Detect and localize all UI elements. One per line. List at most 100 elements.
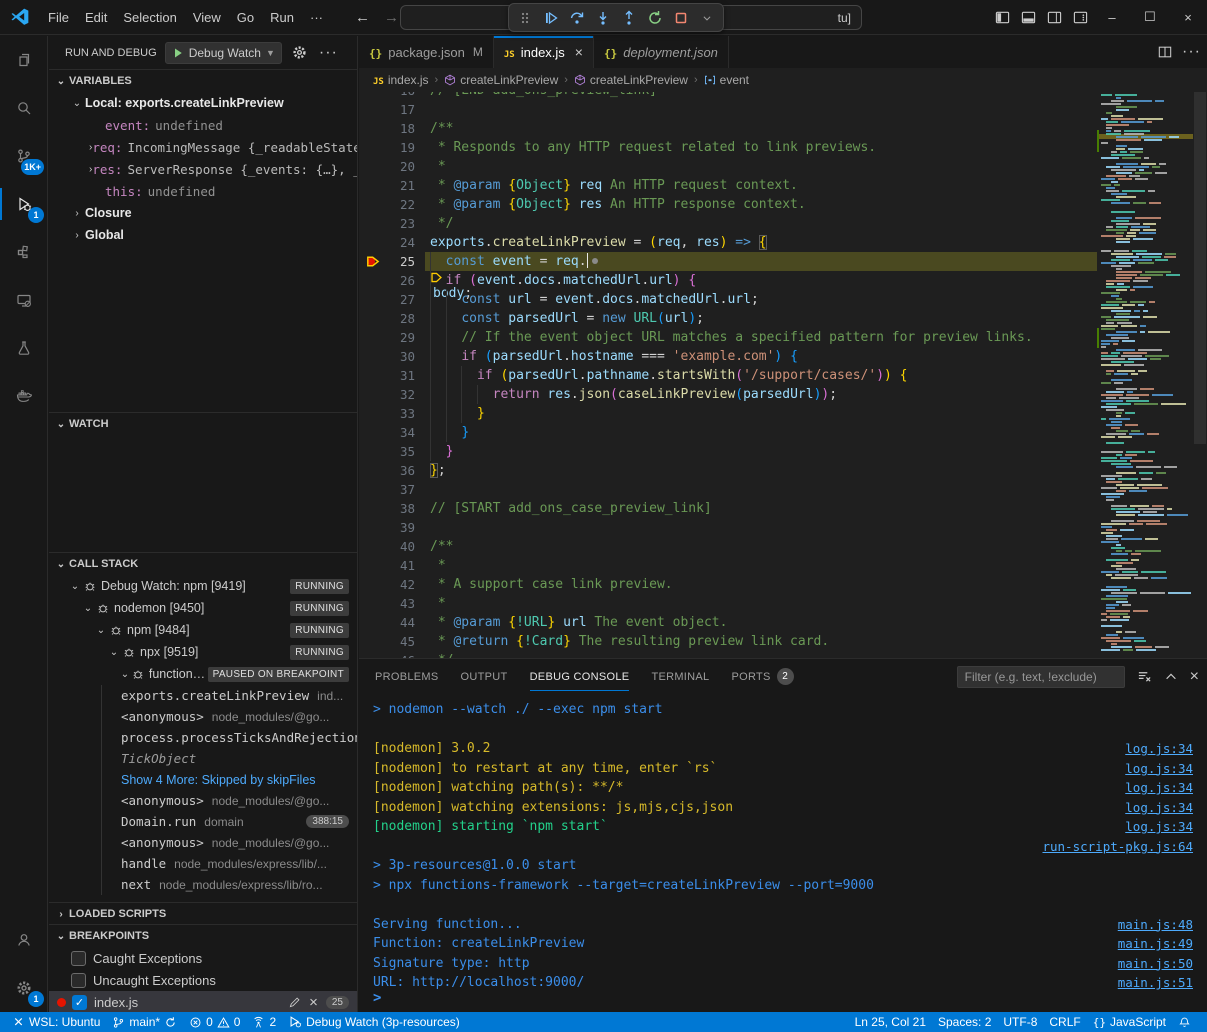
activity-accounts[interactable] [0,916,48,964]
window-minimize-button[interactable]: – [1093,0,1131,34]
code-line[interactable]: 32 return res.json(caseLinkPreview(parse… [359,385,1097,404]
variables-scope[interactable]: ›Closure [49,202,357,224]
stack-frame-row[interactable]: <anonymous>node_modules/@go... [49,790,357,811]
callstack-session[interactable]: ⌄npm [9484]RUNNING [49,619,357,641]
code-line[interactable]: 17 [359,100,1097,119]
status-branch[interactable]: main* [106,1012,183,1032]
menu-[interactable]: ··· [302,6,331,29]
variables-scope[interactable]: ⌄Local: exports.createLinkPreview [49,92,357,114]
code-line[interactable]: 38// [START add_ons_case_preview_link] [359,499,1097,518]
editor-gutter[interactable]: 41 [359,556,425,575]
toggle-sidebar-icon[interactable] [989,0,1015,34]
chevron-down-icon[interactable] [695,6,719,30]
stack-frame-row[interactable]: nextnode_modules/express/lib/ro... [49,874,357,895]
editor-gutter[interactable]: 22 [359,195,425,214]
code-line[interactable]: 39 [359,518,1097,537]
status-error[interactable]: 00 [183,1012,246,1032]
callstack-session[interactable]: ⌄npx [9519]RUNNING [49,641,357,663]
breakpoint-margin[interactable] [359,254,385,269]
variable-row[interactable]: ›res:ServerResponse {_events: {…}, _e… [49,158,357,180]
clear-console-icon[interactable] [1137,669,1152,684]
breakpoint-row[interactable]: Caught Exceptions [49,947,357,969]
status-bell[interactable] [1172,1016,1197,1029]
breakpoint-checkbox[interactable]: ✓ [72,995,87,1010]
code-line[interactable]: 22 * @param {Object} res An HTTP respons… [359,195,1097,214]
customize-layout-icon[interactable] [1067,0,1093,34]
console-line[interactable]: Serving function...main.js:48 [359,915,1207,935]
code-line[interactable]: 18/** [359,119,1097,138]
activity-run-and-debug[interactable]: 1 [0,180,48,228]
editor-gutter[interactable]: 16 [359,92,425,100]
panel-tab-output[interactable]: OUTPUT [461,659,508,694]
console-input-prompt[interactable]: > [373,990,381,1006]
code-line[interactable]: 43 * [359,594,1097,613]
editor-gutter[interactable]: 18 [359,119,425,138]
variable-row[interactable]: this:undefined [49,180,357,202]
status-ln-25--col-21[interactable]: Ln 25, Col 21 [849,1015,932,1029]
console-line[interactable]: [nodemon] watching extensions: js,mjs,cj… [359,798,1207,818]
code-line[interactable]: 37 [359,480,1097,499]
more-actions-icon[interactable]: ··· [319,44,338,62]
editor-gutter[interactable]: 36 [359,461,425,480]
breakpoint-row[interactable]: Uncaught Exceptions [49,969,357,991]
source-location-link[interactable]: log.js:34 [1125,761,1193,776]
editor-gutter[interactable]: 38 [359,499,425,518]
gear-icon[interactable] [292,45,307,60]
editor-gutter[interactable]: 42 [359,575,425,594]
activity-extensions[interactable] [0,228,48,276]
status-radio-tower[interactable]: 2 [246,1012,282,1032]
window-close-button[interactable]: × [1169,0,1207,34]
code-line[interactable]: 41 * [359,556,1097,575]
code-line[interactable]: 25 const event = req.body; [359,252,1097,271]
editor-gutter[interactable]: 26 [359,271,425,290]
activity-testing[interactable] [0,324,48,372]
code-line[interactable]: 30 if (parsedUrl.hostname === 'example.c… [359,347,1097,366]
code-line[interactable]: 31 if (parsedUrl.pathname.startsWith('/s… [359,366,1097,385]
tab-package-json[interactable]: {}package.jsonM [359,36,494,68]
editor-gutter[interactable]: 32 [359,385,425,404]
code-line[interactable]: 42 * A support case link preview. [359,575,1097,594]
breadcrumb-item[interactable]: JSindex.js [373,73,429,87]
source-location-link[interactable]: main.js:50 [1118,956,1193,971]
editor-gutter[interactable]: 30 [359,347,425,366]
loaded-scripts-section-header[interactable]: › LOADED SCRIPTS [49,903,357,924]
code-line[interactable]: 44 * @param {!URL} url The event object. [359,613,1097,632]
tab-deployment-json[interactable]: {}deployment.json [594,36,729,68]
panel-tab-debug-console[interactable]: DEBUG CONSOLE [530,659,630,694]
breakpoint-checkbox[interactable] [71,951,86,966]
code-line[interactable]: 19 * Responds to any HTTP request relate… [359,138,1097,157]
activity-settings[interactable]: 1 [0,964,48,1012]
step-into-icon[interactable] [591,6,615,30]
console-line[interactable]: [nodemon] 3.0.2log.js:34 [359,739,1207,759]
code-line[interactable]: 28 const parsedUrl = new URL(url); [359,309,1097,328]
code-line[interactable]: 24exports.createLinkPreview = (req, res)… [359,233,1097,252]
editor-gutter[interactable]: 23 [359,214,425,233]
menu-view[interactable]: View [185,6,229,29]
console-line[interactable]: > nodemon --watch ./ --exec npm start [359,700,1207,720]
callstack-session[interactable]: ⌄functions-fra...PAUSED ON BREAKPOINT [49,663,357,685]
editor-gutter[interactable]: 44 [359,613,425,632]
console-line[interactable]: Signature type: httpmain.js:50 [359,954,1207,974]
panel-tab-terminal[interactable]: TERMINAL [651,659,709,694]
stack-frame-row[interactable]: <anonymous>node_modules/@go... [49,832,357,853]
panel-tab-problems[interactable]: PROBLEMS [375,659,439,694]
editor-gutter[interactable]: 17 [359,100,425,119]
console-line[interactable]: URL: http://localhost:9000/main.js:51 [359,973,1207,993]
close-panel-icon[interactable]: × [1190,668,1199,686]
editor-gutter[interactable]: 43 [359,594,425,613]
code-line[interactable]: 45 * @return {!Card} The resulting previ… [359,632,1097,651]
stack-frame-row[interactable]: process.processTicksAndRejections [49,727,357,748]
toggle-secondary-sidebar-icon[interactable] [1041,0,1067,34]
menu-go[interactable]: Go [229,6,262,29]
console-filter-input[interactable]: Filter (e.g. text, !exclude) [957,666,1125,688]
breadcrumb-item[interactable]: event [704,73,749,87]
source-location-link[interactable]: main.js:51 [1118,975,1193,990]
callstack-session[interactable]: ⌄nodemon [9450]RUNNING [49,597,357,619]
more-actions-icon[interactable]: ··· [1182,43,1201,61]
code-line[interactable]: 29 // If the event object URL matches a … [359,328,1097,347]
activity-explorer[interactable] [0,36,48,84]
activity-remote-explorer[interactable] [0,276,48,324]
status-remote[interactable]: WSL: Ubuntu [6,1012,106,1032]
code-line[interactable]: 40/** [359,537,1097,556]
call-stack-section-header[interactable]: ⌄ CALL STACK [49,553,357,575]
